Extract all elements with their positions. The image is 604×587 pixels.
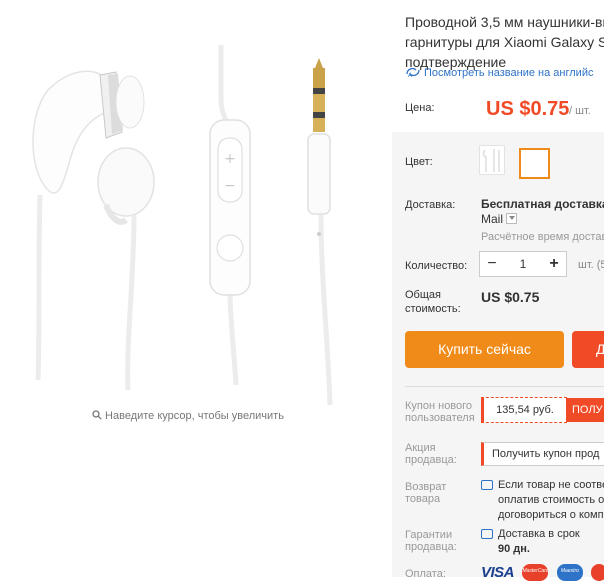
shipping-method: Mail (481, 212, 504, 226)
svg-text:−: − (224, 178, 236, 194)
translate-title-link[interactable]: A Посмотреть название на английс (405, 66, 593, 79)
color-swatch-selected[interactable] (519, 148, 550, 179)
returns-label: Возврат товара (405, 481, 446, 505)
add-to-cart-button[interactable]: Д (572, 331, 604, 368)
maestro-logo: Maestro (556, 564, 583, 582)
mastercard-logo: MasterCard (522, 564, 549, 582)
quantity-stepper: − 1 + (479, 251, 567, 277)
get-new-user-coupon-button[interactable]: ПОЛУ (566, 398, 604, 422)
return-policy-icon (481, 480, 493, 490)
total-label-line-1: Общая (405, 289, 441, 301)
new-user-label-line-2: пользователя (405, 412, 475, 424)
buy-now-button[interactable]: Купить сейчас (405, 331, 564, 368)
payment-label: Оплата: (405, 568, 446, 580)
price-unit: / шт. (569, 105, 591, 117)
quantity-label: Количество: (405, 260, 468, 272)
new-user-coupon-label: Купон нового пользователя (405, 400, 475, 424)
guarantee-label-line-2: продавца: (405, 541, 457, 553)
product-image[interactable]: + − (8, 20, 388, 410)
returns-label-line-1: Возврат (405, 481, 447, 493)
shipping-time: Расчётное время достав (481, 231, 604, 243)
new-user-label-line-1: Купон нового (405, 400, 473, 412)
color-swatch-white[interactable] (479, 145, 505, 175)
product-title: Проводной 3,5 мм наушники-вк гарнитуры д… (405, 12, 604, 72)
translate-icon: A (406, 67, 420, 78)
guarantee-label: Гарантии продавца: (405, 529, 457, 553)
image-gallery: + − Наведите курсор, чтобы увеличить (0, 0, 392, 587)
guarantee-text-line-2: 90 дн. (498, 543, 530, 555)
zoom-hint-text: Наведите курсор, чтобы увеличить (105, 410, 284, 422)
returns-label-line-2: товара (405, 493, 441, 505)
price-box: Цена: US $0.75 / шт. (397, 90, 604, 132)
price-value: US $0.75 (486, 98, 570, 120)
shipping-title: Бесплатная доставка в (481, 197, 604, 211)
title-line-1: Проводной 3,5 мм наушники-вк (405, 14, 604, 30)
purchase-options: Цвет: Доставка: Бесплатная доставка в Ma… (392, 132, 604, 582)
quantity-unit: шт. (5 (578, 259, 604, 271)
guarantee-text: Доставка в срок 90 дн. (498, 527, 580, 557)
zoom-hint: Наведите курсор, чтобы увеличить (0, 410, 376, 422)
chevron-down-icon[interactable] (506, 213, 518, 224)
color-label: Цвет: (405, 156, 433, 168)
payment-methods: VISA MasterCard Maestro (481, 564, 604, 582)
total-label: Общая стоимость: (405, 288, 461, 316)
shipping-method-select[interactable]: Mail (481, 212, 518, 226)
translate-link-text: Посмотреть название на английс (424, 67, 594, 79)
visa-logo: VISA (481, 564, 515, 582)
returns-text: Если товар не соотве оплатив стоимость о… (498, 478, 604, 523)
seller-promo-label: Акция продавца: (405, 442, 457, 466)
price-label: Цена: (405, 102, 435, 114)
divider (405, 386, 604, 387)
get-seller-coupon-button[interactable]: Получить купон прод (481, 442, 604, 466)
svg-text:+: + (224, 151, 236, 167)
returns-text-line-2: оплатив стоимость о (498, 494, 604, 506)
new-user-coupon-value: 135,54 руб. (481, 397, 567, 423)
quantity-increase-button[interactable]: + (542, 252, 566, 276)
returns-text-line-3: договориться о комп (498, 509, 604, 521)
earphone-thumb-icon (482, 149, 500, 172)
delivery-guarantee-icon (481, 529, 493, 539)
total-label-line-2: стоимость: (405, 303, 461, 315)
shipping-label: Доставка: (405, 199, 456, 211)
total-value: US $0.75 (481, 289, 540, 305)
quantity-decrease-button[interactable]: − (480, 252, 504, 276)
seller-label-line-2: продавца: (405, 454, 457, 466)
returns-text-line-1: Если товар не соотве (498, 479, 604, 491)
magnifier-icon (92, 410, 102, 420)
guarantee-label-line-1: Гарантии (405, 529, 453, 541)
title-line-2: гарнитуры для Xiaomi Galaxy S8 (405, 34, 604, 50)
maestro-logo-2 (591, 564, 604, 582)
quantity-input[interactable]: 1 (504, 252, 542, 276)
product-details: Проводной 3,5 мм наушники-вк гарнитуры д… (392, 0, 604, 587)
seller-label-line-1: Акция (405, 442, 436, 454)
guarantee-text-line-1: Доставка в срок (498, 528, 580, 540)
